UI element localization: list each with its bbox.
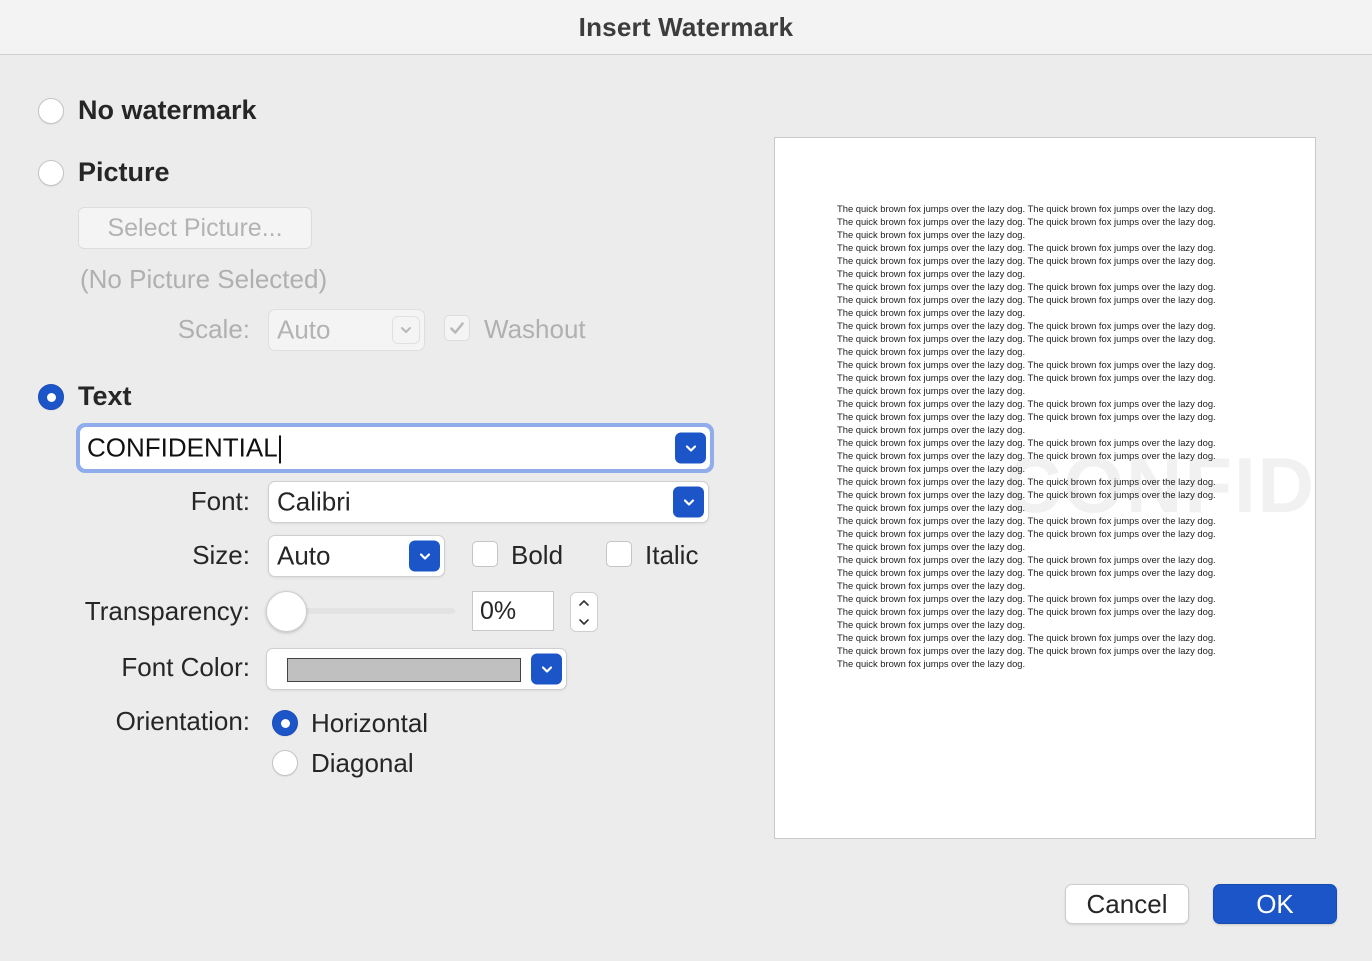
- preview-line: The quick brown fox jumps over the lazy …: [837, 268, 1026, 279]
- preview-line: The quick brown fox jumps over the lazy …: [837, 619, 1026, 630]
- preview-line: The quick brown fox jumps over the lazy …: [837, 489, 1216, 500]
- preview-line: The quick brown fox jumps over the lazy …: [837, 294, 1216, 305]
- window-title: Insert Watermark: [578, 11, 794, 42]
- no-watermark-radio[interactable]: [38, 98, 64, 124]
- diagonal-radio[interactable]: [272, 750, 298, 776]
- watermark-text-combobox[interactable]: CONFIDENTIAL: [76, 423, 714, 473]
- washout-checkbox[interactable]: [444, 315, 470, 341]
- preview-line: The quick brown fox jumps over the lazy …: [837, 580, 1026, 591]
- preview-line: The quick brown fox jumps over the lazy …: [837, 229, 1026, 240]
- font-label: Font:: [190, 486, 250, 516]
- preview-line: The quick brown fox jumps over the lazy …: [837, 502, 1026, 513]
- preview-document-text: The quick brown fox jumps over the lazy …: [837, 202, 1257, 670]
- transparency-slider-track[interactable]: [282, 608, 455, 614]
- preview-line: The quick brown fox jumps over the lazy …: [837, 281, 1216, 292]
- chevron-down-icon: [531, 653, 562, 685]
- preview-line: The quick brown fox jumps over the lazy …: [837, 645, 1216, 656]
- size-value: Auto: [277, 540, 331, 571]
- size-label: Size:: [192, 540, 250, 570]
- scale-value: Auto: [277, 314, 331, 345]
- preview-line: The quick brown fox jumps over the lazy …: [837, 632, 1216, 643]
- preview-line: The quick brown fox jumps over the lazy …: [837, 411, 1216, 422]
- ok-button[interactable]: OK: [1213, 884, 1337, 924]
- chevron-down-icon: [392, 316, 420, 344]
- preview-line: The quick brown fox jumps over the lazy …: [837, 528, 1216, 539]
- preview-line: The quick brown fox jumps over the lazy …: [837, 203, 1216, 214]
- preview-line: The quick brown fox jumps over the lazy …: [837, 463, 1026, 474]
- picture-radio[interactable]: [38, 160, 64, 186]
- bold-checkbox[interactable]: [472, 541, 498, 567]
- cancel-button[interactable]: Cancel: [1065, 884, 1189, 924]
- washout-label: Washout: [484, 314, 586, 344]
- font-value: Calibri: [277, 486, 351, 517]
- preview-line: The quick brown fox jumps over the lazy …: [837, 515, 1216, 526]
- preview-line: The quick brown fox jumps over the lazy …: [837, 541, 1026, 552]
- text-radio[interactable]: [38, 384, 64, 410]
- preview-line: The quick brown fox jumps over the lazy …: [837, 255, 1216, 266]
- font-color-label: Font Color:: [121, 652, 250, 682]
- font-popup[interactable]: Calibri: [268, 481, 709, 523]
- preview-line: The quick brown fox jumps over the lazy …: [837, 216, 1216, 227]
- select-picture-button[interactable]: Select Picture...: [78, 207, 312, 249]
- text-caret: [278, 435, 281, 464]
- preview-line: The quick brown fox jumps over the lazy …: [837, 333, 1216, 344]
- preview-line: The quick brown fox jumps over the lazy …: [837, 346, 1026, 357]
- chevron-down-icon: [409, 540, 440, 572]
- title-bar: Insert Watermark: [0, 0, 1372, 55]
- scale-popup[interactable]: Auto: [268, 309, 425, 351]
- preview-line: The quick brown fox jumps over the lazy …: [837, 398, 1216, 409]
- chevron-down-icon: [673, 486, 704, 518]
- orientation-label: Orientation:: [115, 706, 250, 736]
- picture-label[interactable]: Picture: [78, 157, 170, 188]
- preview-line: The quick brown fox jumps over the lazy …: [837, 554, 1216, 565]
- italic-checkbox[interactable]: [606, 541, 632, 567]
- checkmark-icon: [450, 322, 464, 334]
- preview-line: The quick brown fox jumps over the lazy …: [837, 242, 1216, 253]
- scale-label: Scale:: [177, 314, 250, 344]
- transparency-slider-knob[interactable]: [266, 591, 307, 632]
- transparency-stepper[interactable]: [570, 592, 598, 632]
- horizontal-label: Horizontal: [311, 708, 429, 738]
- preview-line: The quick brown fox jumps over the lazy …: [837, 476, 1216, 487]
- preview-line: The quick brown fox jumps over the lazy …: [837, 450, 1216, 461]
- stepper-down-icon[interactable]: [571, 612, 597, 631]
- font-color-swatch: [287, 658, 521, 682]
- preview-line: The quick brown fox jumps over the lazy …: [837, 658, 1026, 669]
- transparency-label: Transparency:: [84, 596, 250, 626]
- no-watermark-label[interactable]: No watermark: [78, 95, 257, 126]
- preview-line: The quick brown fox jumps over the lazy …: [837, 437, 1216, 448]
- transparency-value: 0%: [480, 597, 517, 625]
- picture-status: (No Picture Selected): [80, 264, 328, 294]
- preview-line: The quick brown fox jumps over the lazy …: [837, 359, 1216, 370]
- text-label[interactable]: Text: [78, 381, 132, 412]
- bold-label: Bold: [511, 540, 564, 570]
- horizontal-radio[interactable]: [272, 710, 298, 736]
- watermark-preview: CONFIDENTIAL The quick brown fox jumps o…: [774, 137, 1316, 839]
- preview-line: The quick brown fox jumps over the lazy …: [837, 606, 1216, 617]
- preview-line: The quick brown fox jumps over the lazy …: [837, 424, 1026, 435]
- preview-line: The quick brown fox jumps over the lazy …: [837, 593, 1216, 604]
- preview-line: The quick brown fox jumps over the lazy …: [837, 385, 1026, 396]
- preview-line: The quick brown fox jumps over the lazy …: [837, 320, 1216, 331]
- watermark-text-input[interactable]: CONFIDENTIAL: [80, 427, 710, 469]
- preview-line: The quick brown fox jumps over the lazy …: [837, 567, 1216, 578]
- preview-line: The quick brown fox jumps over the lazy …: [837, 307, 1026, 318]
- size-popup[interactable]: Auto: [268, 535, 445, 577]
- watermark-text-value: CONFIDENTIAL: [87, 432, 278, 463]
- transparency-field[interactable]: 0%: [472, 591, 554, 631]
- diagonal-label: Diagonal: [311, 748, 414, 778]
- stepper-up-icon[interactable]: [571, 593, 597, 612]
- italic-label: Italic: [645, 540, 699, 570]
- preview-line: The quick brown fox jumps over the lazy …: [837, 372, 1216, 383]
- chevron-down-icon[interactable]: [675, 432, 706, 464]
